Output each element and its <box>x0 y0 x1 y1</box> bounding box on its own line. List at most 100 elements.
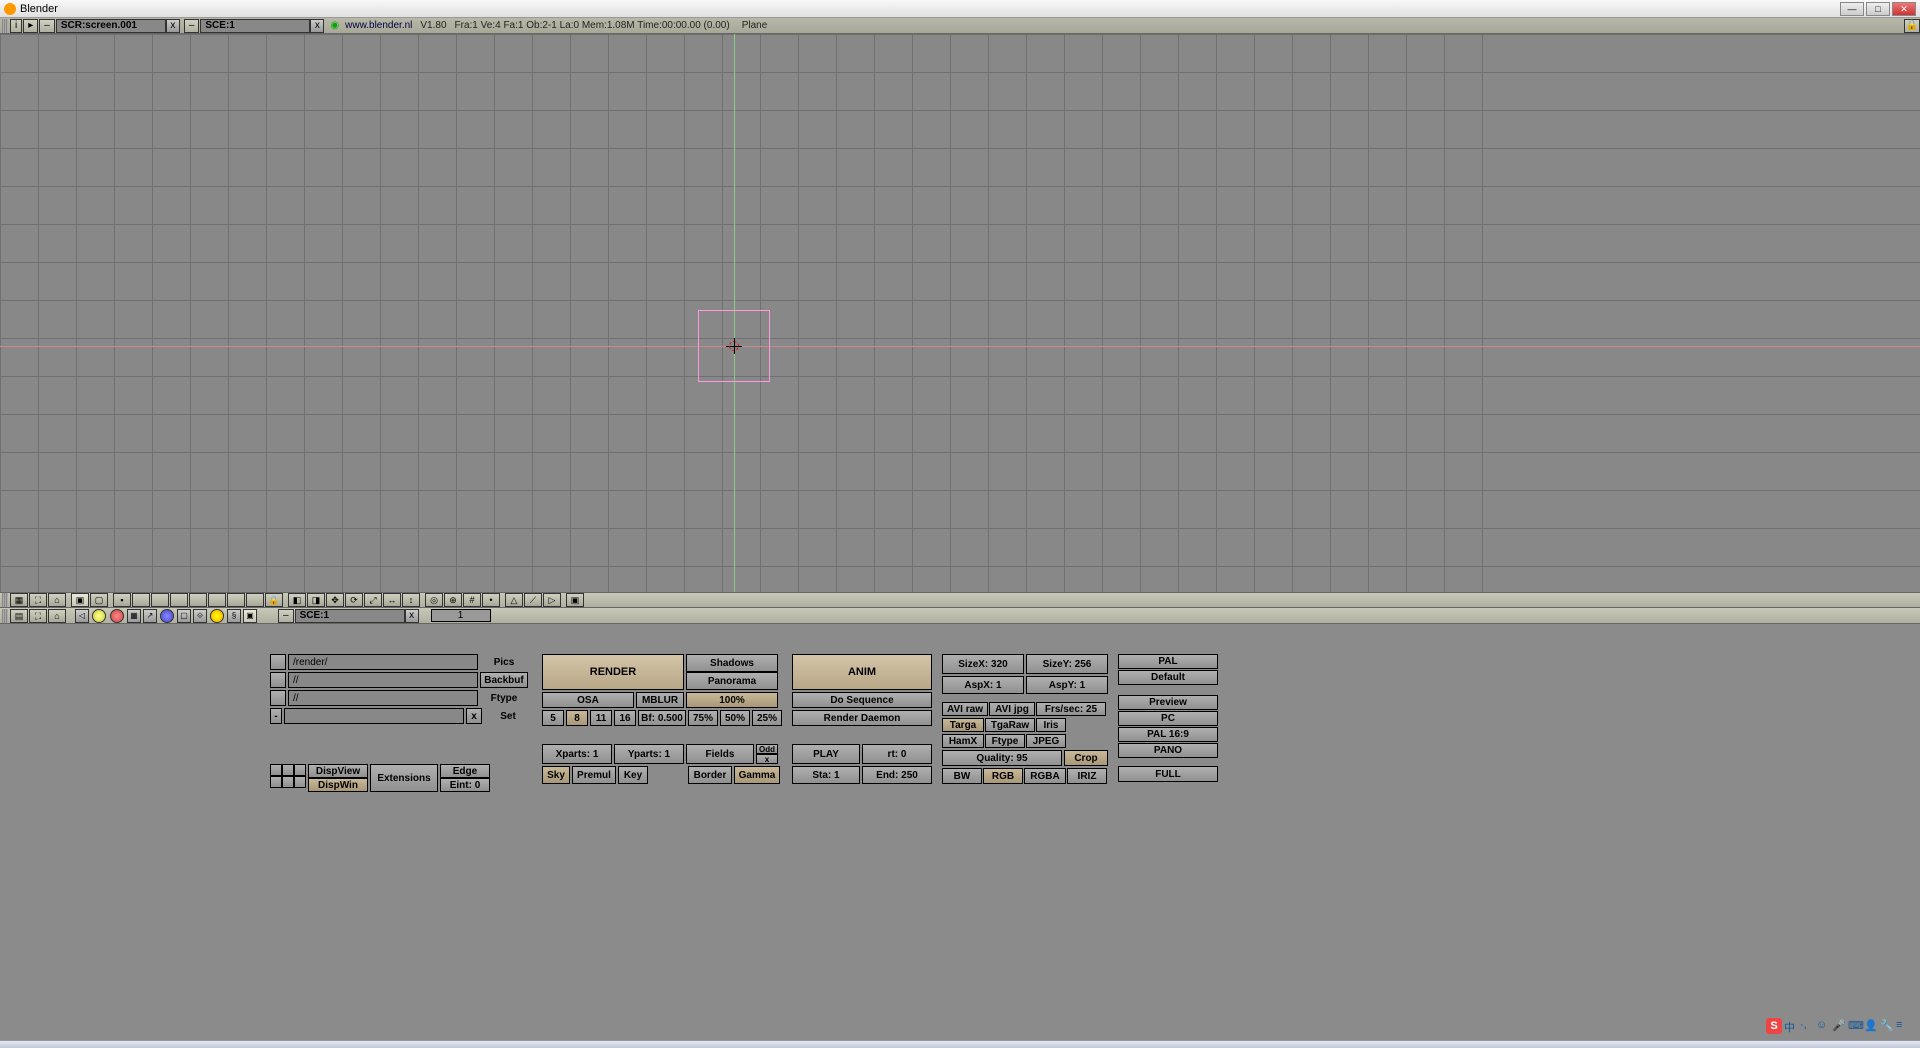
odd-button[interactable]: Odd <box>756 744 778 754</box>
widget-icon[interactable]: △ <box>505 593 523 607</box>
menus-toggle-icon[interactable]: ▸ <box>23 19 38 33</box>
pics-path-field[interactable]: /render/ <box>288 654 478 670</box>
layer-6-button[interactable] <box>208 593 226 607</box>
buttons-window-type-icon[interactable]: ▤ <box>10 609 28 623</box>
info-window-type-icon[interactable]: i <box>10 19 22 33</box>
lamp-context-icon[interactable] <box>92 609 106 623</box>
preview-button[interactable]: Preview <box>1118 695 1218 710</box>
translate-icon[interactable]: ✥ <box>326 593 344 607</box>
minimize-button[interactable]: — <box>1840 2 1864 16</box>
move-x-icon[interactable]: ↔ <box>383 593 401 607</box>
grip-icon[interactable] <box>2 19 8 33</box>
ime-mic-icon[interactable]: 🎤 <box>1832 1019 1846 1033</box>
ime-lang-label[interactable]: 中 <box>1784 1019 1798 1033</box>
hamx-button[interactable]: HamX <box>942 734 984 748</box>
layer-4-button[interactable] <box>170 593 188 607</box>
bf-field[interactable]: Bf: 0.500 <box>638 710 686 726</box>
3d-viewport[interactable]: // grid generated below after DOM, place… <box>0 34 1920 592</box>
end-field[interactable]: End: 250 <box>862 766 932 784</box>
osa-5-button[interactable]: 5 <box>542 710 564 726</box>
render-icon[interactable]: ▣ <box>566 593 584 607</box>
osa-11-button[interactable]: 11 <box>590 710 612 726</box>
do-sequence-button[interactable]: Do Sequence <box>792 692 932 708</box>
dispwin-button[interactable]: DispWin <box>308 778 368 792</box>
backbuf-button[interactable]: Backbuf <box>480 672 528 688</box>
view-persp-icon[interactable]: ◨ <box>307 593 325 607</box>
layer-btn[interactable] <box>294 764 306 776</box>
avi-jpg-button[interactable]: AVI jpg <box>989 702 1035 716</box>
script-context-icon[interactable]: § <box>227 609 241 623</box>
move-y-icon[interactable]: ↕ <box>402 593 420 607</box>
material-context-icon[interactable] <box>110 609 124 623</box>
sizey-field[interactable]: SizeY: 256 <box>1026 654 1108 674</box>
ftype-browse-button[interactable] <box>270 690 286 706</box>
ftype-fmt-button[interactable]: Ftype <box>985 734 1025 748</box>
render-layers-grid[interactable] <box>270 764 306 792</box>
screen-name-field[interactable]: SCR:screen.001 <box>56 19 166 33</box>
layer-5-button[interactable] <box>189 593 207 607</box>
play-button[interactable]: PLAY <box>792 744 860 764</box>
maximize-button[interactable]: □ <box>1866 2 1890 16</box>
key-button[interactable]: Key <box>618 766 648 784</box>
size-50-button[interactable]: 50% <box>720 710 750 726</box>
jpeg-button[interactable]: JPEG <box>1026 734 1066 748</box>
rotate-icon[interactable]: ⟳ <box>345 593 363 607</box>
panorama-button[interactable]: Panorama <box>686 672 778 690</box>
anim-context-icon[interactable]: ↗ <box>143 609 157 623</box>
gamma-button[interactable]: Gamma <box>734 766 780 784</box>
ime-keyboard-icon[interactable]: ⌨ <box>1848 1019 1862 1033</box>
osa-16-button[interactable]: 16 <box>614 710 636 726</box>
set-browse-button[interactable]: - <box>270 708 282 724</box>
scene-delete-button[interactable]: x <box>310 19 324 33</box>
draw-wire-icon[interactable]: ▢ <box>90 593 108 607</box>
pivot-icon[interactable]: • <box>482 593 500 607</box>
osa-8-button[interactable]: 8 <box>566 710 588 726</box>
ime-badge-icon[interactable]: S <box>1766 1018 1782 1034</box>
pano-button[interactable]: PANO <box>1118 743 1218 758</box>
sizex-field[interactable]: SizeX: 320 <box>942 654 1024 674</box>
full-window-icon[interactable]: ⛶ <box>29 609 47 623</box>
url-link[interactable]: www.blender.nl <box>345 20 412 31</box>
crop-button[interactable]: Crop <box>1064 750 1108 766</box>
pc-button[interactable]: PC <box>1118 711 1218 726</box>
full-window-icon[interactable]: ⛶ <box>29 593 47 607</box>
buttons-scene-field[interactable]: SCE:1 <box>295 609 405 623</box>
current-frame-field[interactable]: 1 <box>431 609 491 622</box>
render-button[interactable]: RENDER <box>542 654 684 690</box>
normals-icon[interactable]: ⟋ <box>524 593 542 607</box>
screen-browse-icon[interactable]: – <box>39 19 55 33</box>
shadows-button[interactable]: Shadows <box>686 654 778 672</box>
ime-user-icon[interactable]: 👤 <box>1864 1019 1878 1033</box>
buttons-scene-delete[interactable]: x <box>405 609 419 623</box>
tgaraw-button[interactable]: TgaRaw <box>985 718 1035 732</box>
render-daemon-button[interactable]: Render Daemon <box>792 710 932 726</box>
anim-button[interactable]: ANIM <box>792 654 932 690</box>
local-view-icon[interactable]: ◧ <box>288 593 306 607</box>
radiosity-context-icon[interactable] <box>210 609 224 623</box>
rgba-button[interactable]: RGBA <box>1024 768 1066 784</box>
eint-field[interactable]: Eint: 0 <box>440 778 490 792</box>
dispview-button[interactable]: DispView <box>308 764 368 778</box>
scene-context-icon[interactable]: ▣ <box>243 609 257 623</box>
view3d-window-type-icon[interactable]: ▦ <box>10 593 28 607</box>
extensions-button[interactable]: Extensions <box>370 764 438 792</box>
premul-button[interactable]: Premul <box>572 766 616 784</box>
pal-button[interactable]: PAL <box>1118 654 1218 669</box>
quality-field[interactable]: Quality: 95 <box>942 750 1062 766</box>
size-75-button[interactable]: 75% <box>688 710 718 726</box>
rgb-button[interactable]: RGB <box>983 768 1023 784</box>
iriz-button[interactable]: IRIZ <box>1067 768 1107 784</box>
snap-grid-icon[interactable]: # <box>463 593 481 607</box>
layer-btn[interactable] <box>270 764 282 776</box>
aspx-field[interactable]: AspX: 1 <box>942 676 1024 694</box>
osa-button[interactable]: OSA <box>542 692 634 708</box>
mblur-button[interactable]: MBLUR <box>636 692 684 708</box>
scene-browse-icon[interactable]: – <box>184 19 200 33</box>
aspy-field[interactable]: AspY: 1 <box>1026 676 1108 694</box>
ime-punct-icon[interactable]: ·, <box>1800 1019 1814 1033</box>
draw-solid-icon[interactable]: ▣ <box>71 593 89 607</box>
pics-browse-button[interactable] <box>270 654 286 670</box>
ime-settings-icon[interactable]: ≡ <box>1896 1019 1910 1033</box>
layer-btn[interactable] <box>282 776 294 788</box>
rt-field[interactable]: rt: 0 <box>862 744 932 764</box>
